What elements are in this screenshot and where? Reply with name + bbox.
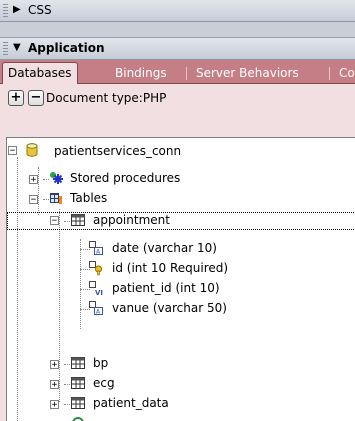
partial-node-icon <box>72 417 84 421</box>
tree-node-table-ecg[interactable]: + ecg <box>7 374 355 394</box>
collapse-arrow-icon[interactable]: ▼ <box>13 42 21 53</box>
table-icon <box>71 377 85 389</box>
expand-arrow-icon[interactable]: ▶ <box>13 4 21 15</box>
tab-components[interactable]: Co <box>334 63 355 84</box>
tree-node-column[interactable]: VI patient_id (int 10) <box>7 279 355 299</box>
tab-divider <box>329 67 330 80</box>
document-type-label: Document type:PHP <box>46 91 167 105</box>
panel-separator <box>0 22 355 38</box>
column-label: id (int 10 Required) <box>112 261 229 275</box>
application-panel-header[interactable]: ▼ Application <box>0 38 355 60</box>
tables-folder-icon <box>50 193 62 204</box>
stored-procedures-label: Stored procedures <box>70 171 181 185</box>
css-panel-header[interactable]: ▶ CSS <box>0 0 355 22</box>
collapse-toggle-icon[interactable]: − <box>29 195 38 205</box>
database-tree-panel: − patientservices_conn + Stored procedur <box>0 116 355 421</box>
expand-toggle-icon[interactable]: + <box>50 360 59 370</box>
tree-node-tables[interactable]: − Tables <box>7 189 355 209</box>
table-label: appointment <box>93 213 170 227</box>
collapse-toggle-icon[interactable]: − <box>50 216 59 226</box>
tree-node-table-appointment[interactable]: − appointment <box>7 211 355 231</box>
collapse-toggle-icon[interactable]: − <box>8 146 17 156</box>
connection-label: patientservices_conn <box>54 144 182 158</box>
table-label: bp <box>93 356 109 370</box>
toolbar: + − Document type:PHP <box>0 84 355 116</box>
add-button[interactable]: + <box>8 90 24 106</box>
svg-text:VI: VI <box>95 289 103 296</box>
column-integer-icon: VI <box>89 281 103 296</box>
tree-node-column[interactable]: A vanue (varchar 50) <box>7 299 355 319</box>
database-tree[interactable]: − patientservices_conn + Stored procedur <box>6 137 355 421</box>
primary-key-icon <box>89 261 102 276</box>
tab-databases[interactable]: Databases <box>2 62 78 85</box>
grip-icon[interactable] <box>3 42 8 55</box>
expand-toggle-icon[interactable]: + <box>50 380 59 390</box>
tables-label: Tables <box>70 191 108 205</box>
database-connection-icon <box>26 143 38 157</box>
css-panel-title: CSS <box>28 3 52 17</box>
column-text-icon: A <box>89 241 103 256</box>
table-icon <box>71 397 85 409</box>
tab-divider <box>186 67 187 80</box>
table-icon <box>71 214 85 226</box>
remove-button[interactable]: − <box>28 90 44 106</box>
expand-toggle-icon[interactable]: + <box>29 175 38 185</box>
tab-bar: Databases Bindings Server Behaviors Co <box>0 60 355 85</box>
tree-node-column[interactable]: A date (varchar 10) <box>7 239 355 259</box>
column-label: vanue (varchar 50) <box>112 301 227 315</box>
tree-node-column[interactable]: id (int 10 Required) <box>7 259 355 279</box>
tree-node-stored-procedures[interactable]: + Stored procedures <box>7 169 355 189</box>
grip-icon[interactable] <box>3 4 8 17</box>
table-icon <box>71 357 85 369</box>
column-label: patient_id (int 10) <box>112 281 220 295</box>
tab-server-behaviors[interactable]: Server Behaviors <box>191 63 304 84</box>
column-text-icon: A <box>89 301 103 316</box>
column-label: date (varchar 10) <box>112 241 217 255</box>
expand-toggle-icon[interactable]: + <box>50 400 59 410</box>
application-panel-title: Application <box>28 41 105 55</box>
tab-bindings[interactable]: Bindings <box>110 63 172 84</box>
stored-procedures-icon <box>50 172 63 184</box>
table-label: ecg <box>93 376 115 390</box>
table-label: patient_data <box>93 396 169 410</box>
tree-node-table-bp[interactable]: + bp <box>7 354 355 374</box>
tree-node-table-patient-data[interactable]: + patient_data <box>7 394 355 414</box>
tree-node-connection[interactable]: − patientservices_conn <box>7 142 355 162</box>
